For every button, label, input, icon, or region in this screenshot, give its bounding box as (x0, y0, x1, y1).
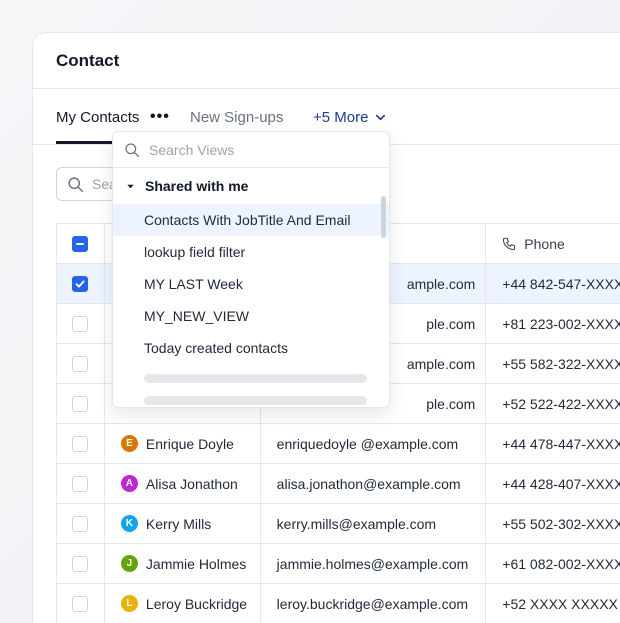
contact-phone: +44 428-407-XXXX (502, 475, 620, 492)
contact-name-cell: E Enrique Doyle (105, 424, 261, 463)
views-dropdown: Shared with me Contacts With JobTitle An… (112, 131, 390, 408)
contact-email: kerry.mills@example.com (261, 504, 487, 543)
contact-phone: +81 223-002-XXXX (502, 315, 620, 332)
avatar: L (120, 595, 138, 612)
contact-phone: +55 502-302-XXXX (502, 515, 620, 532)
loading-skeleton (144, 374, 367, 383)
row-checkbox[interactable] (72, 275, 89, 292)
row-checkbox[interactable] (72, 395, 89, 412)
phone-header-label: Phone (524, 235, 565, 252)
contact-name-cell: L Leroy Buckridge (105, 584, 261, 623)
row-checkbox-cell (57, 464, 105, 503)
avatar: J (120, 555, 138, 572)
contact-email: enriquedoyle @example.com (261, 424, 487, 463)
contact-email: jammie.holmes@example.com (261, 544, 487, 583)
contact-phone: +55 582-322-XXXX (502, 355, 620, 372)
view-option[interactable]: Contacts With JobTitle And Email (113, 204, 389, 236)
loading-skeleton (144, 396, 367, 405)
email-text: ple.com (426, 315, 476, 332)
row-checkbox[interactable] (72, 595, 89, 612)
row-checkbox[interactable] (72, 315, 89, 332)
phone-icon (503, 237, 516, 250)
email-text: ample.com (406, 355, 476, 372)
phone-header: Phone (486, 224, 620, 263)
group-label: Shared with me (145, 178, 249, 194)
contact-name: Enrique Doyle (145, 435, 234, 452)
row-checkbox-cell (57, 264, 105, 303)
view-option[interactable]: Today created contacts (113, 332, 389, 364)
table-row[interactable]: A Alisa Jonathon alisa.jonathon@example.… (57, 464, 620, 504)
views-search (113, 132, 389, 168)
contact-name: Kerry Mills (145, 515, 212, 532)
search-icon (68, 176, 84, 192)
avatar: E (120, 435, 138, 452)
shared-with-me-group[interactable]: Shared with me (113, 168, 389, 204)
row-checkbox[interactable] (72, 355, 89, 372)
contact-phone: +44 842-547-XXXX (502, 275, 620, 292)
checkmark-icon (76, 280, 85, 287)
contact-email: alisa.jonathon@example.com (261, 464, 487, 503)
contact-phone: +52 522-422-XXXX (502, 395, 620, 412)
contact-name-cell: J Jammie Holmes (105, 544, 261, 583)
row-checkbox-cell (57, 424, 105, 463)
view-option[interactable]: lookup field filter (113, 236, 389, 268)
table-row[interactable]: K Kerry Mills kerry.mills@example.com +5… (57, 504, 620, 544)
table-row[interactable]: J Jammie Holmes jammie.holmes@example.co… (57, 544, 620, 584)
contact-phone: +44 478-447-XXXX (502, 435, 620, 452)
contact-name: Alisa Jonathon (145, 475, 238, 492)
table-row[interactable]: E Enrique Doyle enriquedoyle @example.co… (57, 424, 620, 464)
row-checkbox-cell (57, 344, 105, 383)
row-checkbox[interactable] (72, 435, 89, 452)
view-option[interactable]: MY LAST Week (113, 268, 389, 300)
page-title: Contact (56, 50, 120, 70)
contact-name-cell: A Alisa Jonathon (105, 464, 261, 503)
row-checkbox-cell (57, 384, 105, 423)
view-option[interactable]: MY_NEW_VIEW (113, 300, 389, 332)
select-all-checkbox[interactable] (72, 235, 89, 252)
contact-email: leroy.buckridge@example.com (261, 584, 487, 623)
contact-phone: +61 082-002-XXXX (502, 555, 620, 572)
row-checkbox-cell (57, 544, 105, 583)
avatar: K (120, 515, 138, 532)
chevron-down-icon (127, 184, 134, 188)
row-checkbox[interactable] (72, 555, 89, 572)
row-checkbox[interactable] (72, 475, 89, 492)
row-checkbox-cell (57, 304, 105, 343)
contact-phone: +52 XXXX XXXXX (502, 595, 618, 612)
contact-name: Leroy Buckridge (145, 595, 248, 612)
avatar: A (120, 475, 138, 492)
row-checkbox-cell (57, 584, 105, 623)
contact-name: Jammie Holmes (145, 555, 247, 572)
dropdown-scrollbar[interactable] (381, 196, 386, 238)
email-text: ple.com (426, 395, 476, 412)
search-icon (125, 142, 140, 157)
chevron-down-icon (376, 114, 386, 120)
card-header: Contact (33, 33, 620, 89)
tab-more-label: +5 More (313, 108, 369, 126)
select-all-cell (57, 224, 105, 263)
email-text: ample.com (406, 275, 476, 292)
table-row[interactable]: L Leroy Buckridge leroy.buckridge@exampl… (57, 584, 620, 623)
row-checkbox-cell (57, 504, 105, 543)
views-search-input[interactable] (149, 141, 349, 158)
row-checkbox[interactable] (72, 515, 89, 532)
contact-name-cell: K Kerry Mills (105, 504, 261, 543)
